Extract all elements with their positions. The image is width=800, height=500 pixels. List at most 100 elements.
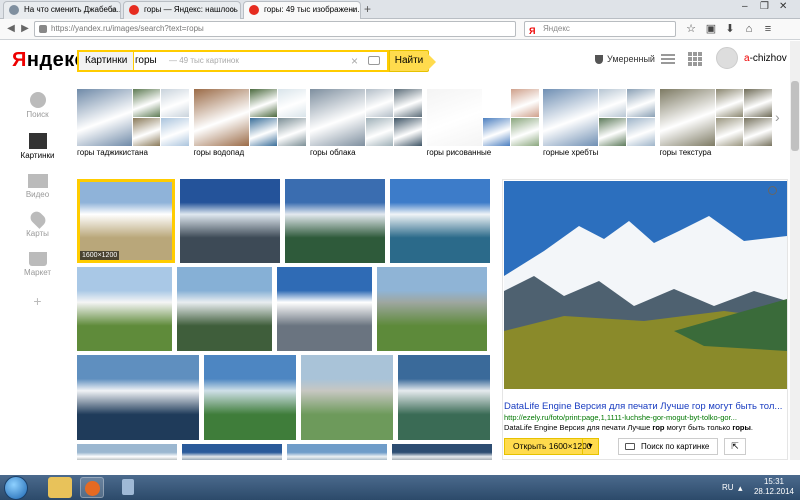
search-by-image-button[interactable]: Поиск по картинке	[618, 438, 718, 455]
safe-search-filter[interactable]: Умеренный	[595, 54, 655, 64]
username[interactable]: a-chizhov	[744, 53, 787, 64]
result-thumbnail[interactable]	[180, 179, 280, 263]
related-thumb	[193, 89, 249, 146]
window-close-icon[interactable]: ✕	[779, 1, 787, 12]
new-tab-button[interactable]: +	[364, 2, 371, 16]
related-search-item[interactable]: горы рисованные	[426, 89, 539, 158]
sidebar-item-images[interactable]: Картинки	[0, 133, 75, 160]
related-searches: горы таджикистана горы водопад горы облака…	[77, 89, 787, 159]
chevron-down-icon[interactable]: ▼	[582, 439, 598, 454]
related-thumb	[277, 89, 306, 117]
result-thumbnail[interactable]	[285, 179, 385, 263]
related-thumb	[394, 89, 422, 117]
search-input[interactable]: горы	[135, 52, 157, 70]
firefox-taskbar-button[interactable]	[80, 477, 104, 498]
close-icon[interactable]: ×	[351, 2, 356, 18]
result-thumbnail[interactable]	[301, 355, 393, 440]
filters-icon[interactable]	[661, 52, 675, 66]
related-search-collage	[659, 89, 772, 146]
tab-title: На что сменить Джабеба...	[24, 5, 121, 14]
image-results-grid: 1600×1200	[77, 179, 492, 460]
minimize-icon[interactable]: –	[742, 1, 748, 12]
related-search-item[interactable]: горы таджикистана	[77, 89, 189, 158]
result-count: — 49 тыс картинок	[169, 56, 239, 65]
page-scrollbar[interactable]	[790, 41, 800, 460]
related-search-label: горы таджикистана	[77, 148, 148, 157]
result-thumbnail[interactable]	[177, 267, 272, 351]
browser-search-box[interactable]: Я Яндекс	[524, 21, 676, 37]
related-thumb	[599, 118, 626, 146]
preview-source-url[interactable]: http://ezely.ru/foto/print:page,1,1111-l…	[504, 413, 784, 422]
search-type-selector[interactable]: Картинки	[79, 52, 135, 70]
sidebar-item-search[interactable]: Поиск	[0, 92, 75, 119]
related-thumb	[161, 118, 189, 146]
scrollbar-thumb[interactable]	[791, 81, 799, 151]
related-search-item[interactable]: горы облака	[310, 89, 422, 158]
share-button[interactable]: ⇱	[724, 438, 746, 455]
address-bar[interactable]: https://yandex.ru/images/search?text=гор…	[34, 21, 516, 37]
url-text: https://yandex.ru/images/search?text=гор…	[51, 24, 204, 33]
result-thumbnail[interactable]: 1600×1200	[77, 179, 175, 263]
preview-image[interactable]	[504, 181, 787, 389]
close-icon[interactable]: ×	[111, 2, 116, 18]
start-button[interactable]	[4, 476, 28, 500]
result-thumbnail[interactable]	[182, 444, 282, 460]
menu-icon[interactable]: ≡	[761, 22, 775, 36]
tab-2[interactable]: горы — Яндекс: нашлось ... ×	[123, 1, 241, 19]
camera-icon	[625, 443, 635, 450]
zoom-icon[interactable]	[768, 186, 777, 195]
clear-icon[interactable]: ×	[351, 52, 358, 70]
result-thumbnail[interactable]	[77, 355, 199, 440]
related-thumb	[543, 89, 598, 146]
result-thumbnail[interactable]	[287, 444, 387, 460]
result-thumbnail[interactable]	[77, 444, 177, 460]
sidebar-item-maps[interactable]: Карты	[0, 209, 75, 238]
related-thumb	[659, 89, 715, 146]
system-clock[interactable]: 15:31 28.12.2014	[752, 477, 796, 497]
folder-icon[interactable]	[48, 477, 72, 498]
sidebar-item-more[interactable]: +	[0, 293, 75, 309]
related-thumb	[599, 89, 626, 117]
related-search-item[interactable]: горные хребты	[543, 89, 655, 158]
result-thumbnail[interactable]	[204, 355, 296, 440]
tab-1[interactable]: На что сменить Джабеба... ×	[3, 1, 121, 19]
star-icon[interactable]: ☆	[684, 22, 698, 36]
back-icon[interactable]: ◀	[4, 22, 18, 36]
download-icon[interactable]: ⬇	[723, 22, 737, 36]
related-search-item[interactable]: горы водопад	[193, 89, 306, 158]
image-preview-panel: DataLife Engine Версия для печати Лучше …	[502, 179, 788, 460]
video-icon	[27, 174, 48, 188]
sidebar-item-video[interactable]: Видео	[0, 174, 75, 199]
result-thumbnail[interactable]	[398, 355, 490, 440]
tab-favicon	[249, 5, 259, 15]
clipboard-icon[interactable]: ▣	[704, 22, 718, 36]
calculator-taskbar-button[interactable]	[116, 477, 140, 498]
shield-icon	[595, 55, 603, 64]
result-thumbnail[interactable]	[77, 267, 172, 351]
search-button[interactable]: Найти	[389, 50, 436, 72]
services-grid-icon[interactable]	[688, 52, 702, 66]
close-icon[interactable]: ×	[231, 2, 236, 18]
related-search-collage	[77, 89, 189, 146]
result-thumbnail[interactable]	[392, 444, 492, 460]
home-icon[interactable]: ⌂	[742, 22, 756, 36]
maximize-icon[interactable]: ❐	[760, 1, 769, 12]
related-thumb	[77, 89, 132, 146]
avatar[interactable]	[716, 47, 738, 69]
yandex-logo[interactable]: Яндекс	[12, 49, 86, 72]
result-thumbnail[interactable]	[377, 267, 487, 351]
preview-title-link[interactable]: DataLife Engine Версия для печати Лучше …	[504, 401, 784, 412]
sidebar-item-market[interactable]: Маркет	[0, 252, 75, 277]
tray-arrow-icon[interactable]: ▴	[738, 483, 743, 494]
related-search-item[interactable]: горы текстура	[659, 89, 772, 158]
chevron-right-icon[interactable]: ›	[775, 109, 780, 125]
result-thumbnail[interactable]	[277, 267, 372, 351]
result-thumbnail[interactable]	[390, 179, 490, 263]
related-thumb	[627, 89, 655, 117]
camera-icon[interactable]	[368, 56, 380, 65]
browser-tab-bar: На что сменить Джабеба... × горы — Яндек…	[0, 0, 800, 20]
tab-3[interactable]: горы: 49 тыс изображени... ×	[243, 1, 361, 20]
language-indicator[interactable]: RU	[722, 483, 734, 492]
open-image-button[interactable]: Открыть 1600×1200 ▼	[504, 438, 599, 455]
forward-icon[interactable]: ▶	[18, 22, 32, 36]
